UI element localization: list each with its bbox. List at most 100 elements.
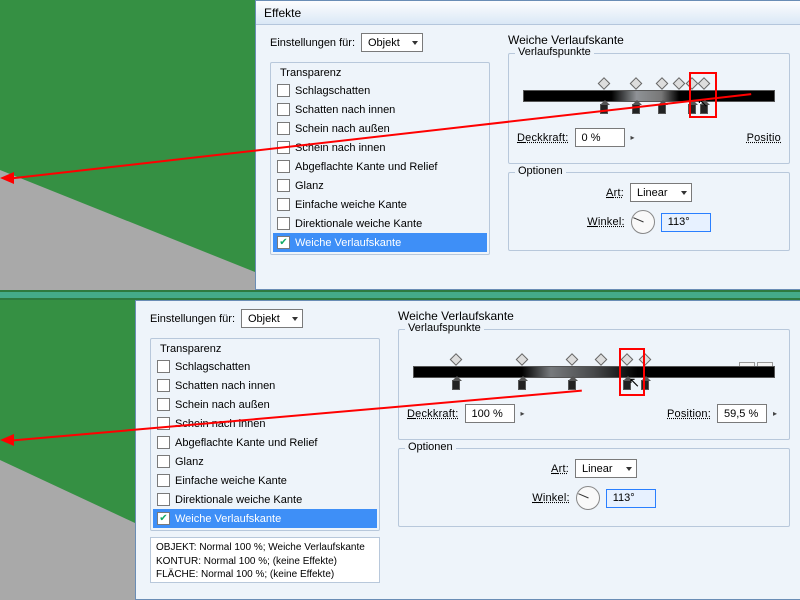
effects-summary: OBJEKT: Normal 100 %; Weiche Verlaufskan… <box>150 537 380 583</box>
effect-item[interactable]: Abgeflachte Kante und Relief <box>153 433 377 452</box>
effect-label: Einfache weiche Kante <box>295 199 407 211</box>
effect-item[interactable]: Schatten nach innen <box>153 376 377 395</box>
highlight-box <box>689 72 717 118</box>
effect-item[interactable]: Direktionale weiche Kante <box>273 214 487 233</box>
summary-line: FLÄCHE: Normal 100 %; (keine Effekte) <box>156 568 374 582</box>
effect-checkbox[interactable] <box>277 160 290 173</box>
gradient-editor[interactable]: ↖ <box>413 350 775 396</box>
effect-checkbox[interactable] <box>157 398 170 411</box>
gradient-stop-bot[interactable] <box>518 380 526 390</box>
effect-label: Direktionale weiche Kante <box>295 218 422 230</box>
effect-label: Schatten nach innen <box>295 104 395 116</box>
effects-group-title: Transparenz <box>157 343 224 355</box>
type-combo[interactable]: Linear <box>630 183 692 202</box>
gradient-stop-top[interactable] <box>595 353 608 366</box>
gradient-rail[interactable] <box>413 366 775 378</box>
settings-for-combo[interactable]: Objekt <box>361 33 423 52</box>
options-legend: Optionen <box>515 165 566 177</box>
effect-label: Weiche Verlaufskante <box>175 513 281 525</box>
angle-field[interactable]: 113° <box>606 489 656 508</box>
gradient-stop-top[interactable] <box>515 353 528 366</box>
panel-title: Weiche Verlaufskante <box>508 33 790 47</box>
effect-checkbox[interactable] <box>277 122 290 135</box>
angle-field[interactable]: 113° <box>661 213 711 232</box>
effect-checkbox[interactable] <box>277 179 290 192</box>
highlight-box <box>619 348 645 396</box>
effects-list-group: Transparenz Schlagschatten Schatten nach … <box>270 62 490 255</box>
gradient-stop-bot[interactable] <box>568 380 576 390</box>
gradient-stop-bot[interactable] <box>452 380 460 390</box>
effect-checkbox[interactable] <box>277 84 290 97</box>
type-label: Art: <box>606 187 624 199</box>
arrow-head-icon <box>0 434 14 446</box>
position-field[interactable]: 59,5 % <box>717 404 767 423</box>
effect-item[interactable]: Schlagschatten <box>153 357 377 376</box>
settings-for-label: Einstellungen für: <box>270 37 355 49</box>
settings-for-combo[interactable]: Objekt <box>241 309 303 328</box>
gradient-stop-top[interactable] <box>673 77 686 90</box>
effect-item[interactable]: Schlagschatten <box>273 81 487 100</box>
canvas-preview-bot <box>0 300 135 600</box>
dialog-titlebar[interactable]: Effekte <box>256 1 800 25</box>
opacity-label: Deckkraft: <box>517 132 569 144</box>
opacity-label: Deckkraft: <box>407 408 459 420</box>
options-group: Optionen Art: Linear Winkel: 113° <box>398 448 790 527</box>
effect-checkbox[interactable] <box>157 455 170 468</box>
type-label: Art: <box>551 463 569 475</box>
gradient-stop-top[interactable] <box>597 77 610 90</box>
effect-item[interactable]: Schatten nach innen <box>273 100 487 119</box>
effect-checkbox[interactable] <box>157 474 170 487</box>
angle-label: Winkel: <box>532 492 569 504</box>
angle-dial[interactable] <box>576 486 600 510</box>
effect-label: Glanz <box>295 180 324 192</box>
effect-checkbox[interactable] <box>157 512 170 525</box>
effect-label: Schein nach außen <box>175 399 270 411</box>
effects-group-title: Transparenz <box>277 67 344 79</box>
effect-item[interactable]: Weiche Verlaufskante <box>273 233 487 252</box>
effect-checkbox[interactable] <box>157 493 170 506</box>
effect-checkbox[interactable] <box>157 379 170 392</box>
effect-label: Schein nach außen <box>295 123 390 135</box>
gradient-editor[interactable]: ↖ <box>523 74 775 120</box>
opacity-field[interactable]: 0 % <box>575 128 625 147</box>
dialog-title: Effekte <box>264 6 301 20</box>
effect-item[interactable]: Glanz <box>273 176 487 195</box>
gradient-stop-top[interactable] <box>566 353 579 366</box>
effect-checkbox[interactable] <box>277 236 290 249</box>
effects-dialog-bot: Einstellungen für: Objekt Transparenz Sc… <box>135 300 800 600</box>
gradient-stop-top[interactable] <box>655 77 668 90</box>
arrow-head-icon <box>0 172 14 184</box>
settings-for-label: Einstellungen für: <box>150 313 235 325</box>
effect-label: Direktionale weiche Kante <box>175 494 302 506</box>
type-combo[interactable]: Linear <box>575 459 637 478</box>
effect-item[interactable]: Abgeflachte Kante und Relief <box>273 157 487 176</box>
stepper-icon[interactable]: ▸ <box>631 133 639 142</box>
stepper-icon[interactable]: ▸ <box>521 409 529 418</box>
gradient-stop-top[interactable] <box>450 353 463 366</box>
effect-item[interactable]: Einfache weiche Kante <box>273 195 487 214</box>
options-group: Optionen Art: Linear Winkel: 113° <box>508 172 790 251</box>
effect-checkbox[interactable] <box>157 436 170 449</box>
effect-item[interactable]: Einfache weiche Kante <box>153 471 377 490</box>
effect-label: Abgeflachte Kante und Relief <box>295 161 438 173</box>
effect-checkbox[interactable] <box>157 360 170 373</box>
effect-checkbox[interactable] <box>277 103 290 116</box>
effects-dialog-top: Effekte Einstellungen für: Objekt Transp… <box>255 0 800 290</box>
opacity-field[interactable]: 100 % <box>465 404 515 423</box>
effect-item[interactable]: Weiche Verlaufskante <box>153 509 377 528</box>
angle-dial[interactable] <box>631 210 655 234</box>
effect-checkbox[interactable] <box>277 198 290 211</box>
position-label: Positio <box>747 132 781 144</box>
effect-label: Abgeflachte Kante und Relief <box>175 437 318 449</box>
gradient-stops-group: Verlaufspunkte <box>508 53 790 164</box>
effect-item[interactable]: Glanz <box>153 452 377 471</box>
effect-checkbox[interactable] <box>277 217 290 230</box>
stepper-icon[interactable]: ▸ <box>773 409 781 418</box>
summary-line: OBJEKT: Normal 100 %; Weiche Verlaufskan… <box>156 541 374 555</box>
effect-item[interactable]: Direktionale weiche Kante <box>153 490 377 509</box>
effect-label: Glanz <box>175 456 204 468</box>
effect-item[interactable]: Schein nach innen <box>273 138 487 157</box>
angle-label: Winkel: <box>587 216 624 228</box>
gradient-stop-top[interactable] <box>630 77 643 90</box>
gradient-stops-group: Verlaufspunkte <box>398 329 790 440</box>
